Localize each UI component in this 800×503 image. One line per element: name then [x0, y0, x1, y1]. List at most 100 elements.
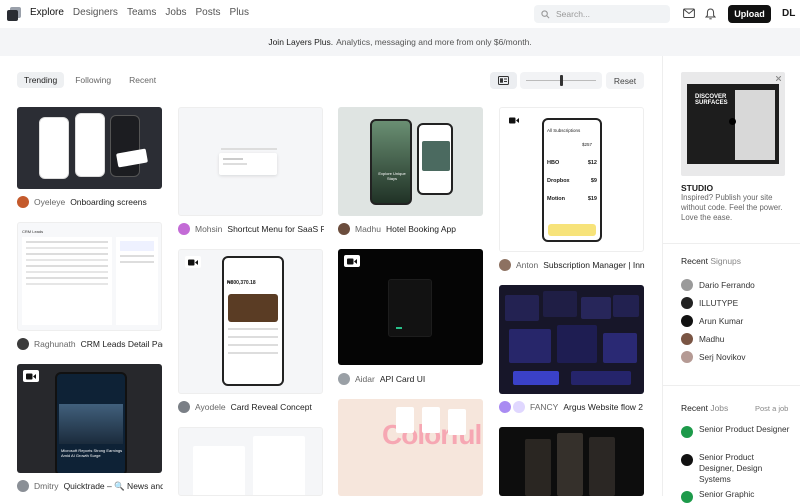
banner-lead: Join Layers Plus. [268, 37, 334, 47]
video-badge [185, 256, 201, 268]
nav-jobs[interactable]: Jobs [165, 7, 186, 18]
company-logo [681, 426, 693, 438]
company-logo [681, 454, 693, 466]
tab-recent[interactable]: Recent [122, 72, 163, 88]
card-thumbnail-sculpture[interactable] [499, 427, 644, 496]
card-title[interactable]: Card Reveal Concept [231, 402, 312, 412]
nav-teams[interactable]: Teams [127, 7, 156, 18]
card-caption[interactable]: Aidar API Card UI [338, 372, 484, 386]
signup-name: Serj Novikov [699, 352, 746, 362]
nav-designers[interactable]: Designers [73, 7, 118, 18]
card-author[interactable]: Aidar [355, 374, 375, 384]
card-thumbnail-subscriptions[interactable]: All Subscriptions $257 HBO $12 Dropbox $9 … [499, 107, 644, 252]
ad-title[interactable]: STUDIO [681, 183, 713, 193]
card-caption[interactable]: Dmitry Quicktrade – 🔍 News and [17, 479, 163, 493]
card-title[interactable]: Argus Website flow 2 an [563, 402, 645, 412]
card-title[interactable]: Onboarding screens [70, 197, 147, 207]
banner-text: Analytics, messaging and more from only … [336, 37, 532, 47]
layers-logo-icon[interactable] [6, 6, 22, 22]
card-thumbnail-dashboard[interactable] [178, 427, 323, 496]
card-author[interactable]: Madhu [355, 224, 381, 234]
zoom-slider[interactable] [520, 72, 602, 89]
signup-name: Dario Ferrando [699, 280, 755, 290]
sub-item-price: $12 [587, 160, 597, 166]
jobs-heading: Recent Jobs [681, 403, 728, 413]
card-author[interactable]: FANCY [530, 402, 558, 412]
card-author[interactable]: Dmitry [34, 481, 59, 491]
card-author[interactable]: Oyeleye [34, 197, 65, 207]
card-thumbnail-hotel[interactable]: Explore Unique Stays [338, 107, 483, 216]
signup-item[interactable]: ILLUTYPE [681, 297, 738, 309]
signup-name: ILLUTYPE [699, 298, 739, 308]
ad-image[interactable]: DISCOVER SURFACES [681, 72, 785, 176]
wallet-amount: ₦800,370.18 [227, 280, 256, 286]
card-title[interactable]: Shortcut Menu for SaaS Pro [227, 224, 324, 234]
upload-button[interactable]: Upload [728, 5, 771, 23]
video-icon [188, 259, 198, 265]
tab-trending[interactable]: Trending [17, 72, 65, 88]
card-title[interactable]: Subscription Manager | Inne [543, 260, 645, 270]
card-caption[interactable]: Anton Subscription Manager | Inne [499, 258, 645, 272]
card-caption[interactable]: Mohsin Shortcut Menu for SaaS Pro [178, 222, 324, 236]
ad-image-text: DISCOVER SURFACES [695, 94, 728, 106]
plus-banner[interactable]: Join Layers Plus. Analytics, messaging a… [0, 28, 800, 56]
grid-view-icon [498, 76, 509, 85]
card-thumbnail-shortcut-menu[interactable] [178, 107, 323, 216]
card-caption[interactable]: Madhu Hotel Booking App [338, 222, 484, 236]
jobs-title: Recent [681, 403, 708, 413]
card-author[interactable]: Anton [516, 260, 538, 270]
ad-text: Inspired? Publish your site without code… [681, 193, 783, 222]
nav-posts[interactable]: Posts [196, 7, 221, 18]
mail-icon[interactable] [683, 8, 695, 19]
layout-toggle-button[interactable] [490, 72, 517, 89]
user-avatar[interactable]: DL [782, 8, 795, 19]
sub-item-price: $19 [587, 196, 597, 202]
avatar [338, 373, 350, 385]
card-caption[interactable]: Raghunath CRM Leads Detail Page [17, 337, 163, 351]
card-author[interactable]: Raghunath [34, 339, 76, 349]
bell-icon[interactable] [705, 8, 716, 20]
card-title[interactable]: CRM Leads Detail Page [81, 339, 163, 349]
card-title[interactable]: Hotel Booking App [386, 224, 456, 234]
signups-title: Recent [681, 256, 708, 266]
nav-explore[interactable]: Explore [30, 7, 64, 18]
avatar [178, 223, 190, 235]
signup-item[interactable]: Serj Novikov [681, 351, 746, 363]
job-item[interactable]: Senior Product Designer [681, 424, 791, 438]
close-icon[interactable] [776, 76, 781, 81]
card-thumbnail-colorful[interactable]: Colorful. [338, 399, 483, 496]
card-thumbnail-quicktrade[interactable]: Microsoft Reports Strong Earnings Amid A… [17, 364, 162, 473]
card-author[interactable]: Mohsin [195, 224, 222, 234]
card-caption[interactable]: Ayodele Card Reveal Concept [178, 400, 324, 414]
search-input[interactable]: Search... [534, 5, 670, 23]
card-thumbnail-argus[interactable] [499, 285, 644, 394]
card-thumbnail-crm[interactable]: CRM Leads [17, 222, 162, 331]
card-thumbnail-api-card[interactable] [338, 249, 483, 365]
signups-heading: Recent Signups [681, 256, 741, 266]
job-item[interactable]: Senior Product Designer, Design Systems [681, 452, 791, 485]
post-job-link[interactable]: Post a job [755, 404, 788, 413]
card-author[interactable]: Ayodele [195, 402, 226, 412]
sub-item-name: HBO [547, 160, 560, 166]
video-icon [347, 258, 357, 264]
signups-sub: Signups [710, 256, 742, 266]
card-thumbnail-onboarding[interactable] [17, 107, 162, 189]
signup-item[interactable]: Dario Ferrando [681, 279, 755, 291]
video-badge [23, 370, 39, 382]
signup-item[interactable]: Madhu [681, 333, 724, 345]
avatar [499, 259, 511, 271]
signup-item[interactable]: Arun Kumar [681, 315, 743, 327]
job-item[interactable]: Senior Graphic [681, 489, 791, 503]
card-caption[interactable]: Oyeleye Onboarding screens [17, 195, 163, 209]
card-title[interactable]: API Card UI [380, 374, 425, 384]
tab-following[interactable]: Following [68, 72, 118, 88]
avatar [499, 401, 511, 413]
card-title[interactable]: Quicktrade – 🔍 News and [64, 481, 163, 492]
nav-plus[interactable]: Plus [230, 7, 249, 18]
job-title: Senior Product Designer, Design Systems [699, 452, 763, 484]
slider-thumb[interactable] [559, 75, 563, 86]
avatar [178, 401, 190, 413]
card-caption[interactable]: FANCY Argus Website flow 2 an [499, 400, 645, 414]
card-thumbnail-card-reveal[interactable]: ₦800,370.18 [178, 249, 323, 394]
reset-button[interactable]: Reset [606, 72, 644, 89]
